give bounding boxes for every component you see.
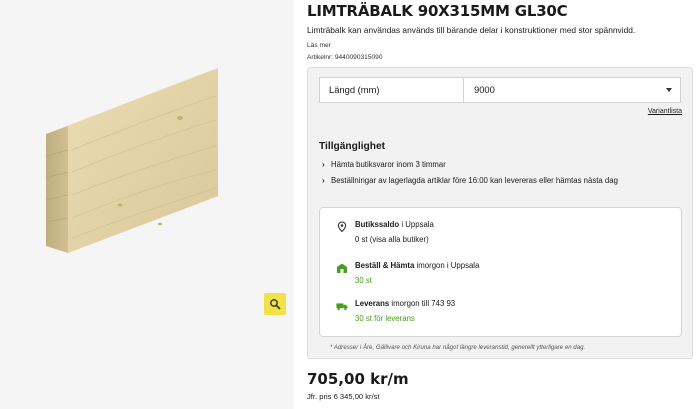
length-selector: Längd (mm) 9000 bbox=[319, 77, 681, 103]
read-more-link[interactable]: Läs mer bbox=[307, 41, 697, 50]
store-stock-title: Butikssaldo i Uppsala bbox=[355, 220, 434, 229]
store-stock-value[interactable]: 0 st (visa alla butiker) bbox=[355, 235, 429, 244]
product-description: Limträbalk kan användas används till bär… bbox=[307, 25, 636, 35]
click-collect-location: imorgon i Uppsala bbox=[414, 261, 480, 270]
product-info: LIMTRÄBALK 90X315MM GL30C Limträbalk kan… bbox=[307, 0, 697, 62]
delivery-label: Leverans bbox=[355, 299, 390, 308]
click-collect-value: 30 st bbox=[355, 276, 372, 285]
variant-list-link[interactable]: Variantlista bbox=[648, 108, 682, 115]
click-collect-title: Beställ & Hämta imorgon i Uppsala bbox=[355, 261, 479, 270]
product-title: LIMTRÄBALK 90X315MM GL30C bbox=[307, 2, 568, 20]
length-dropdown[interactable]: 9000 bbox=[464, 77, 681, 103]
availability-title: Tillgänglighet bbox=[319, 141, 386, 152]
magnifier-icon bbox=[270, 299, 281, 310]
delivery-value: 30 st för leverans bbox=[355, 314, 415, 323]
delivery-title: Leverans imorgon till 743 93 bbox=[355, 299, 455, 308]
product-image-panel bbox=[0, 0, 294, 409]
length-value: 9000 bbox=[474, 84, 495, 95]
chevron-down-icon bbox=[666, 88, 672, 92]
product-image bbox=[45, 68, 218, 253]
truck-icon bbox=[336, 303, 348, 311]
comparison-price: Jfr. pris 6 345,00 kr/st bbox=[307, 392, 380, 401]
article-number: Artikelnr: 9440090315090 bbox=[307, 54, 383, 61]
zoom-button[interactable] bbox=[264, 293, 286, 315]
location-pin-icon bbox=[337, 221, 347, 233]
price: 705,00 kr/m bbox=[307, 370, 409, 388]
delivery-footnote: * Adresser i Åre, Gällivare och Kiruna h… bbox=[330, 344, 586, 351]
availability-item-text: Hämta butiksvaror inom 3 timmar bbox=[331, 160, 446, 169]
length-label: Längd (mm) bbox=[319, 77, 464, 103]
store-stock-label: Butikssaldo bbox=[355, 220, 400, 229]
delivery-location: imorgon till 743 93 bbox=[389, 299, 456, 308]
click-collect-label: Beställ & Hämta bbox=[355, 261, 415, 270]
store-stock-location: i Uppsala bbox=[399, 220, 434, 229]
purchase-panel: Längd (mm) 9000 Variantlista Tillgänglig… bbox=[307, 67, 693, 359]
availability-item-text: Beställningar av lagerlagda artiklar för… bbox=[331, 176, 618, 185]
stock-box: Butikssaldo i Uppsala 0 st (visa alla bu… bbox=[319, 207, 682, 337]
chevron-right-icon: › bbox=[322, 160, 325, 169]
availability-item: › Hämta butiksvaror inom 3 timmar bbox=[322, 159, 672, 171]
store-icon bbox=[337, 263, 347, 273]
availability-item: › Beställningar av lagerlagda artiklar f… bbox=[322, 175, 672, 187]
chevron-right-icon: › bbox=[322, 176, 325, 185]
